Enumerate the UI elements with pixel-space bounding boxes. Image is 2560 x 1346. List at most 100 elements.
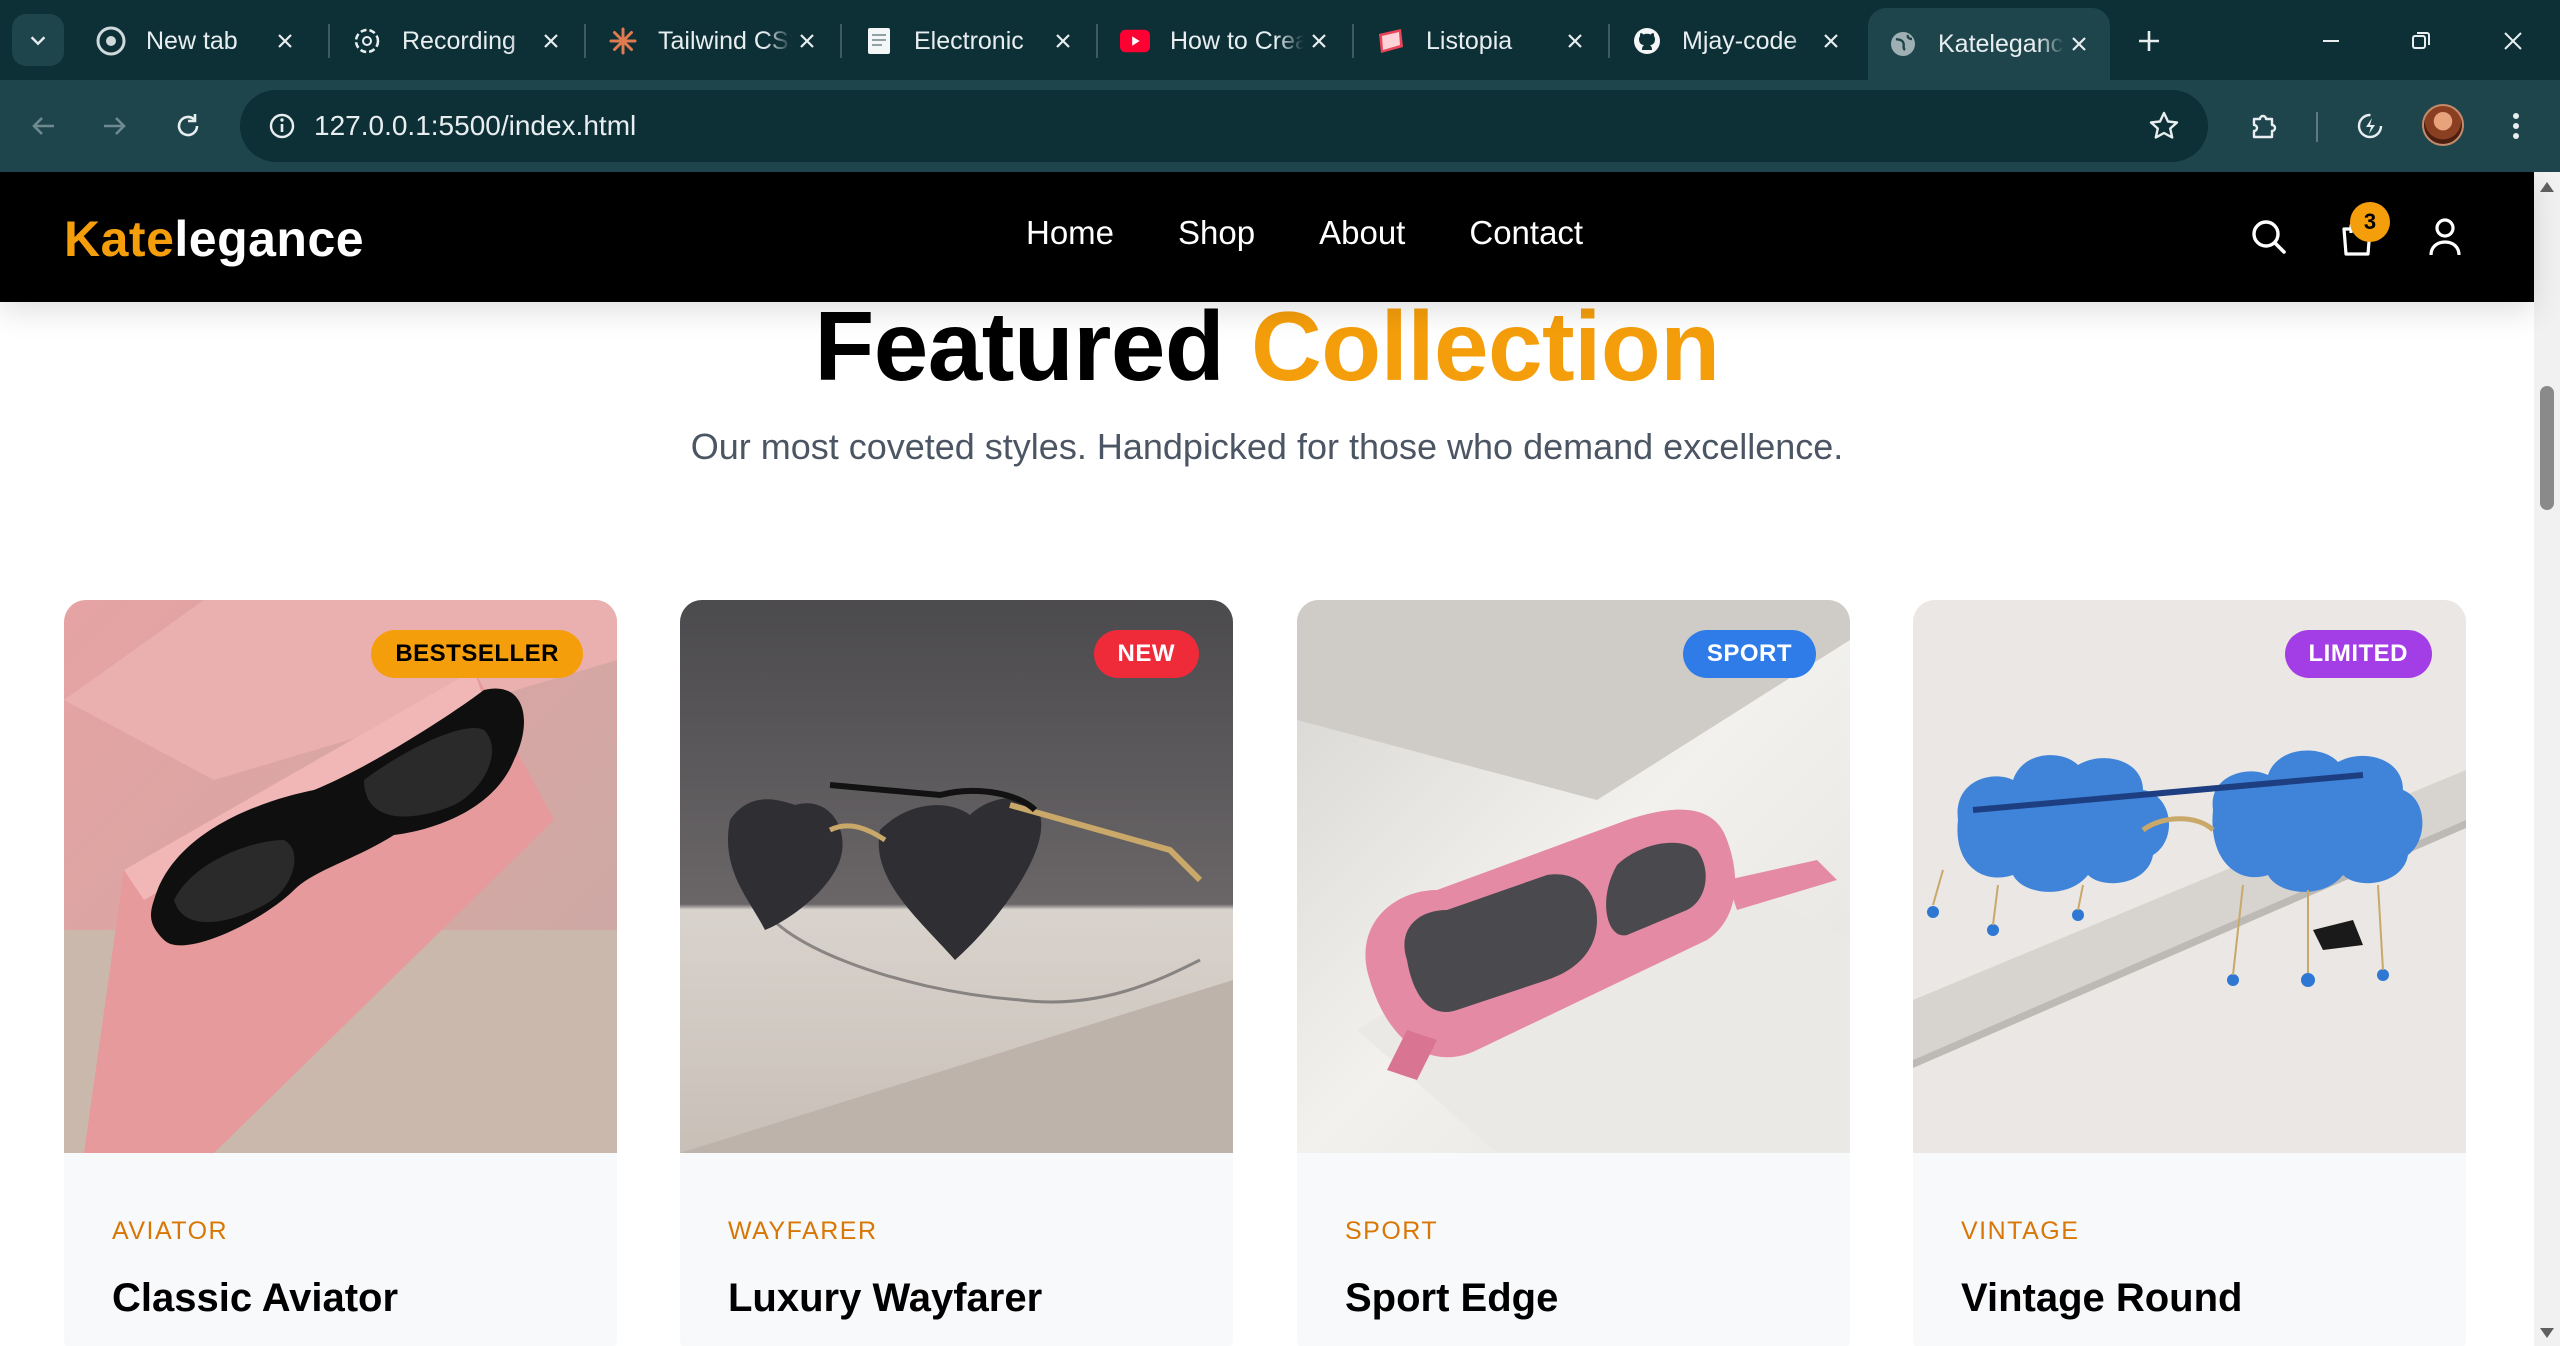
scroll-down-arrow-icon[interactable]	[2540, 1328, 2554, 1338]
close-icon[interactable]	[270, 26, 300, 56]
title-part-1: Featured	[814, 291, 1225, 401]
product-badge: SPORT	[1682, 630, 1816, 678]
product-badge: LIMITED	[2284, 630, 2432, 678]
tab-title: Tailwind CSS	[658, 26, 792, 55]
close-icon[interactable]	[1560, 26, 1590, 56]
tab-title: Recording	[402, 26, 516, 55]
forward-button[interactable]	[90, 102, 138, 150]
product-card[interactable]: LIMITED VINTAGE Vintage Round	[1913, 600, 2466, 1346]
browser-toolbar: 127.0.0.1:5500/index.html	[0, 80, 2560, 172]
tab-divider	[840, 24, 842, 58]
tab-divider	[584, 24, 586, 58]
product-category: SPORT	[1345, 1217, 1439, 1245]
tab-title: Electronic	[914, 26, 1024, 55]
nav-about[interactable]: About	[1319, 214, 1405, 252]
product-image-sunglasses[interactable]: LIMITED	[1913, 600, 2466, 1153]
browser-tab-katelegance[interactable]: Katelegance	[1868, 8, 2110, 80]
browser-tab-new-tab[interactable]: New tab	[76, 12, 316, 70]
kebab-menu-icon	[2513, 113, 2519, 139]
product-category: WAYFARER	[728, 1217, 878, 1245]
performance-button[interactable]	[2346, 102, 2394, 150]
close-icon[interactable]	[536, 26, 566, 56]
plus-icon	[2139, 31, 2159, 51]
reload-icon	[177, 114, 199, 137]
performance-icon	[2357, 113, 2383, 139]
main-nav: Home Shop About Contact	[1026, 214, 1583, 252]
tab-divider	[1352, 24, 1354, 58]
nav-home[interactable]: Home	[1026, 214, 1114, 252]
tab-title: Listopia	[1426, 26, 1513, 55]
browser-tab-recording[interactable]: Recording	[332, 12, 582, 70]
product-name[interactable]: Classic Aviator	[112, 1276, 398, 1321]
site-info-icon[interactable]	[258, 102, 306, 150]
site-logo[interactable]: Katelegance	[64, 210, 364, 268]
logo-part-1: Kate	[64, 211, 175, 267]
page-viewport: Katelegance Home Shop About Contact 3 Fe…	[0, 172, 2560, 1346]
cart-count-badge: 3	[2350, 202, 2390, 242]
minimize-icon	[2323, 40, 2339, 42]
page-scrollbar[interactable]	[2534, 172, 2560, 1346]
product-card[interactable]: SPORT SPORT Sport Edge	[1297, 600, 1850, 1346]
product-name[interactable]: Luxury Wayfarer	[728, 1276, 1042, 1321]
close-icon[interactable]	[2064, 29, 2094, 59]
new-tab-button[interactable]	[2126, 18, 2172, 64]
close-icon[interactable]	[1048, 26, 1078, 56]
back-button[interactable]	[20, 102, 68, 150]
product-card[interactable]: BESTSELLER AVIATOR Classic Aviator	[64, 600, 617, 1346]
close-icon[interactable]	[1304, 26, 1334, 56]
tab-title: New tab	[146, 26, 238, 55]
profile-avatar[interactable]	[2422, 104, 2464, 146]
product-category: AVIATOR	[112, 1217, 229, 1245]
scrollbar-thumb[interactable]	[2540, 386, 2554, 510]
site-header: Katelegance Home Shop About Contact 3	[0, 172, 2534, 302]
logo-part-2: legance	[174, 211, 365, 267]
product-name[interactable]: Sport Edge	[1345, 1276, 1558, 1321]
nav-contact[interactable]: Contact	[1469, 214, 1583, 252]
bookmark-star-icon[interactable]	[2140, 102, 2188, 150]
product-image-sunglasses[interactable]: NEW	[680, 600, 1233, 1153]
browser-tab-electronic[interactable]: Electronic	[844, 12, 1094, 70]
browser-tab-strip: New tab Recording Tailwind CSS Electroni…	[0, 0, 2560, 80]
globe-icon	[1888, 29, 1918, 59]
search-button[interactable]	[2244, 212, 2294, 262]
minimize-button[interactable]	[2308, 18, 2354, 64]
account-button[interactable]	[2420, 212, 2470, 262]
youtube-icon	[1120, 26, 1150, 56]
github-icon	[1632, 26, 1662, 56]
restore-button[interactable]	[2398, 18, 2444, 64]
product-badge: NEW	[1093, 630, 1199, 678]
tab-divider	[1096, 24, 1098, 58]
close-icon[interactable]	[1816, 26, 1846, 56]
tab-search-button[interactable]	[12, 14, 64, 66]
scroll-up-arrow-icon[interactable]	[2540, 182, 2554, 192]
section-title: Featured Collection	[0, 290, 2534, 403]
product-category: VINTAGE	[1961, 1217, 2080, 1245]
chrome-icon	[96, 26, 126, 56]
toolbar-divider	[2316, 112, 2318, 142]
listopia-icon	[1376, 26, 1406, 56]
arrow-left-icon	[32, 117, 54, 135]
tab-title: Mjay-code	[1682, 26, 1798, 55]
product-name[interactable]: Vintage Round	[1961, 1276, 2242, 1321]
arrow-right-icon	[104, 117, 126, 135]
nav-shop[interactable]: Shop	[1178, 214, 1255, 252]
browser-tab-listopia[interactable]: Listopia	[1356, 12, 1606, 70]
close-icon[interactable]	[792, 26, 822, 56]
product-card[interactable]: NEW WAYFARER Luxury Wayfarer	[680, 600, 1233, 1346]
close-window-button[interactable]	[2490, 18, 2536, 64]
user-icon	[2429, 218, 2461, 256]
reload-button[interactable]	[164, 102, 212, 150]
browser-tab-tailwind[interactable]: Tailwind CSS	[588, 12, 838, 70]
extensions-button[interactable]	[2240, 102, 2288, 150]
address-bar[interactable]: 127.0.0.1:5500/index.html	[240, 90, 2208, 162]
title-part-2: Collection	[1250, 291, 1720, 401]
browser-tab-github[interactable]: Mjay-code	[1612, 12, 1862, 70]
product-image-sunglasses[interactable]: BESTSELLER	[64, 600, 617, 1153]
section-subtitle: Our most coveted styles. Handpicked for …	[690, 426, 1844, 467]
tab-title: How to Create	[1170, 26, 1304, 55]
url-text[interactable]: 127.0.0.1:5500/index.html	[314, 110, 636, 142]
product-image-sunglasses[interactable]: SPORT	[1297, 600, 1850, 1153]
browser-menu-button[interactable]	[2492, 102, 2540, 150]
browser-tab-youtube[interactable]: How to Create	[1100, 12, 1350, 70]
tab-divider	[1608, 24, 1610, 58]
